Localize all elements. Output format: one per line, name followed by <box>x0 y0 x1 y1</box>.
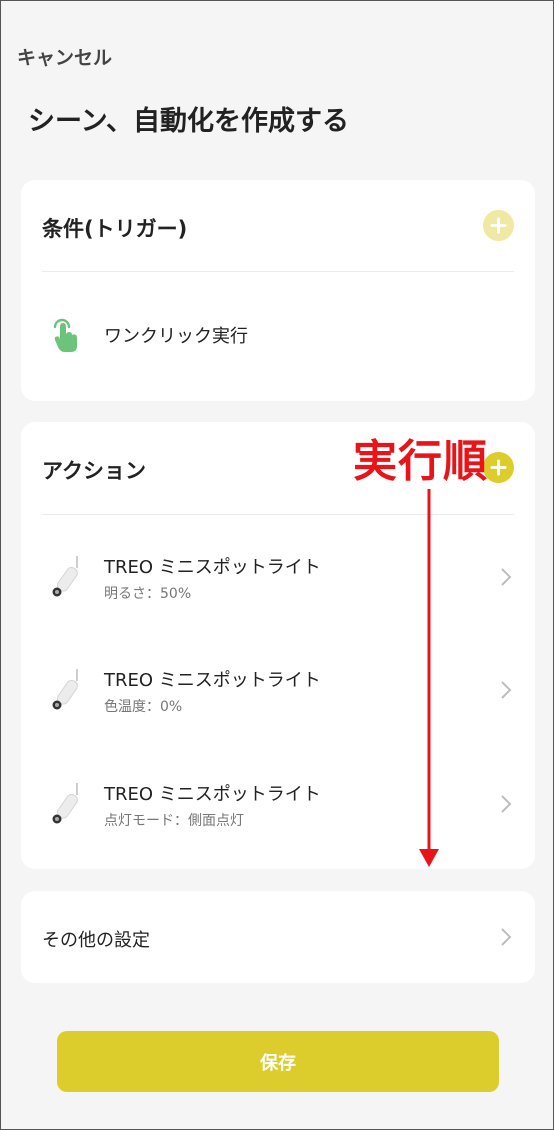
spotlight-icon <box>52 783 78 824</box>
chevron-right-icon <box>501 928 512 946</box>
action-card: アクション TREO ミニスポットライト 明るさ：50% TREO ミニスポット… <box>21 422 535 869</box>
plus-icon <box>490 217 507 234</box>
chevron-right-icon <box>501 795 512 813</box>
other-settings-label: その他の設定 <box>42 930 150 951</box>
action-item-subtitle: 点灯モード：側面点灯 <box>104 813 244 829</box>
condition-section-title: 条件(トリガー) <box>42 217 188 241</box>
down-arrow-icon <box>419 489 439 867</box>
condition-item-one-click[interactable]: ワンクリック実行 <box>21 308 535 364</box>
add-condition-button[interactable] <box>483 210 514 241</box>
action-item-title: TREO ミニスポットライト <box>104 670 321 691</box>
condition-card: 条件(トリガー) ワンクリック実行 <box>21 180 535 401</box>
action-item-2[interactable]: TREO ミニスポットライト 色温度：0% <box>21 650 535 735</box>
tap-hand-icon <box>53 318 77 352</box>
action-section-title: アクション <box>42 459 146 483</box>
spotlight-icon <box>52 556 78 597</box>
plus-icon <box>490 459 507 476</box>
action-item-title: TREO ミニスポットライト <box>104 784 321 805</box>
action-item-title: TREO ミニスポットライト <box>104 557 321 578</box>
screen: キャンセル シーン、自動化を作成する 条件(トリガー) ワンクリック実行 アクシ… <box>0 0 554 1130</box>
page-title: シーン、自動化を作成する <box>28 106 350 137</box>
action-item-3[interactable]: TREO ミニスポットライト 点灯モード：側面点灯 <box>21 764 535 849</box>
chevron-right-icon <box>501 681 512 699</box>
other-settings-row[interactable]: その他の設定 <box>21 891 535 983</box>
divider <box>42 271 514 272</box>
action-item-1[interactable]: TREO ミニスポットライト 明るさ：50% <box>21 537 535 622</box>
cancel-button[interactable]: キャンセル <box>17 43 112 70</box>
execution-order-annotation: 実行順 <box>353 436 488 487</box>
save-button[interactable]: 保存 <box>57 1031 499 1092</box>
action-item-subtitle: 明るさ：50% <box>104 586 192 602</box>
divider <box>42 514 514 515</box>
spotlight-icon <box>52 669 78 710</box>
chevron-right-icon <box>501 568 512 586</box>
action-item-subtitle: 色温度：0% <box>104 699 183 715</box>
condition-item-label: ワンクリック実行 <box>104 326 248 347</box>
